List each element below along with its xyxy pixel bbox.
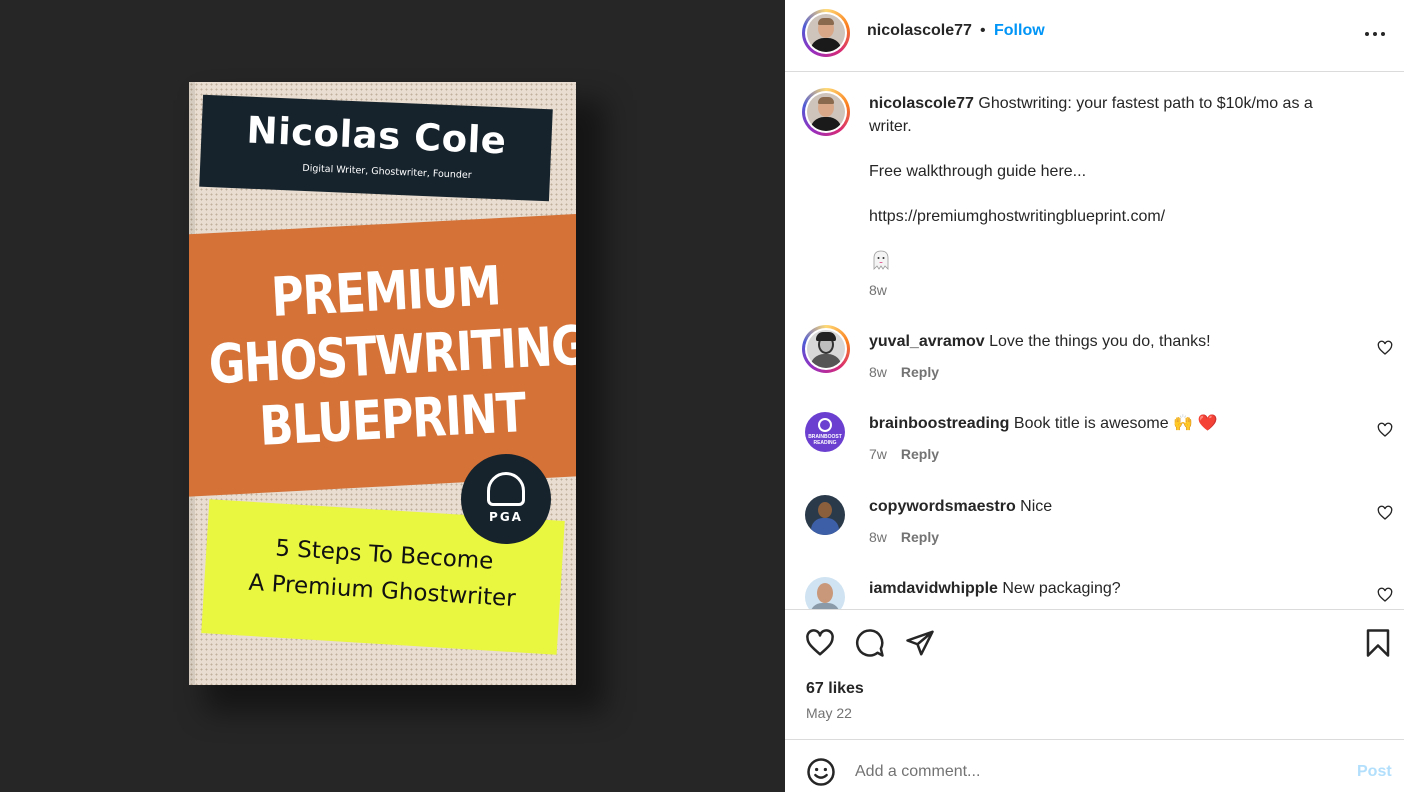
commenter-avatar[interactable] [805,577,845,609]
comment-body: Nice [1020,498,1053,515]
share-icon[interactable] [905,628,935,658]
bookmark-icon[interactable] [1363,628,1393,658]
comment-time: 7w [869,446,887,462]
heart-icon[interactable] [805,628,835,658]
likes-count[interactable]: 67 likes [806,680,864,698]
separator-dot: • [980,22,986,39]
comment-text: brainboostreading Book title is awesome … [869,412,1217,435]
comment-meta: 8w Reply [869,364,939,380]
caption-body-line1: Ghostwriting: your fastest path to $10k/… [978,95,1313,112]
book-author-subtitle: Digital Writer, Ghostwriter, Founder [302,162,472,182]
comment-username[interactable]: yuval_avramov [869,333,985,350]
like-comment-heart-icon[interactable] [1377,340,1393,356]
follow-button[interactable]: Follow [994,22,1045,40]
post-actions: 67 likes May 22 [785,610,1404,740]
like-comment-heart-icon[interactable] [1377,505,1393,521]
comment-meta: 8w Reply [869,529,939,545]
commenter-avatar[interactable] [805,495,845,535]
book-cover-image: Nicolas Cole Digital Writer, Ghostwriter… [189,82,576,685]
comment-time: 8w [869,529,887,545]
more-horizontal-icon[interactable] [1363,22,1387,46]
commenter-avatar[interactable]: BRAINBOOST READING [805,412,845,452]
comment-text: copywordsmaestro Nice [869,495,1052,518]
comment-time: 8w [869,364,887,380]
author-avatar[interactable] [802,9,850,57]
author-username[interactable]: nicolascole77 [867,22,972,40]
caption-paragraph: Free walkthrough guide here... [869,163,1087,180]
comment-username[interactable]: brainboostreading [869,415,1009,432]
comment-meta: 7w Reply [869,446,939,462]
pga-logo-text: PGA [489,510,523,524]
comment-body: New packaging? [1002,580,1121,597]
post-media[interactable]: Nicolas Cole Digital Writer, Ghostwriter… [0,0,785,792]
avatar-brand-text: BRAINBOOST READING [808,434,842,446]
post-date[interactable]: May 22 [806,705,852,721]
like-comment-heart-icon[interactable] [1377,422,1393,438]
caption-link[interactable]: https://premiumghostwritingblueprint.com… [869,205,1165,228]
post-header: nicolascole77 • Follow [785,0,1404,72]
caption-avatar[interactable] [802,88,850,136]
commenter-avatar[interactable] [802,325,850,373]
post-button[interactable]: Post [1357,763,1392,781]
caption-body-line2: writer. [869,118,912,135]
comments-list[interactable]: nicolascole77 Ghostwriting: your fastest… [785,72,1404,610]
comment-body: Love the things you do, thanks! [989,333,1211,350]
comment-username[interactable]: copywordsmaestro [869,498,1016,515]
book-author-block: Nicolas Cole Digital Writer, Ghostwriter… [199,94,553,202]
reply-button[interactable]: Reply [901,364,939,380]
ghost-icon [487,472,525,506]
comment-text: iamdavidwhipple New packaging? [869,577,1121,600]
book-author-name: Nicolas Cole [245,108,508,163]
comment-input[interactable] [855,758,1325,786]
comment-text: yuval_avramov Love the things you do, th… [869,330,1211,353]
comment-icon[interactable] [855,628,885,658]
pga-logo-badge: PGA [461,454,551,544]
caption-text: nicolascole77 Ghostwriting: your fastest… [869,92,1369,138]
caption-username[interactable]: nicolascole77 [869,95,974,112]
comment-body: Book title is awesome 🙌 ❤️ [1013,415,1218,432]
comment-username[interactable]: iamdavidwhipple [869,580,998,597]
post-sidebar: nicolascole77 • Follow nicolascole77 Gho… [785,0,1404,792]
reply-button[interactable]: Reply [901,529,939,545]
add-comment-bar: Post [785,740,1404,792]
smiley-icon[interactable] [806,757,836,787]
ghost-emoji-icon [873,250,889,270]
caption-time: 8w [869,282,887,298]
brain-icon [818,418,832,432]
reply-button[interactable]: Reply [901,446,939,462]
like-comment-heart-icon[interactable] [1377,587,1393,603]
